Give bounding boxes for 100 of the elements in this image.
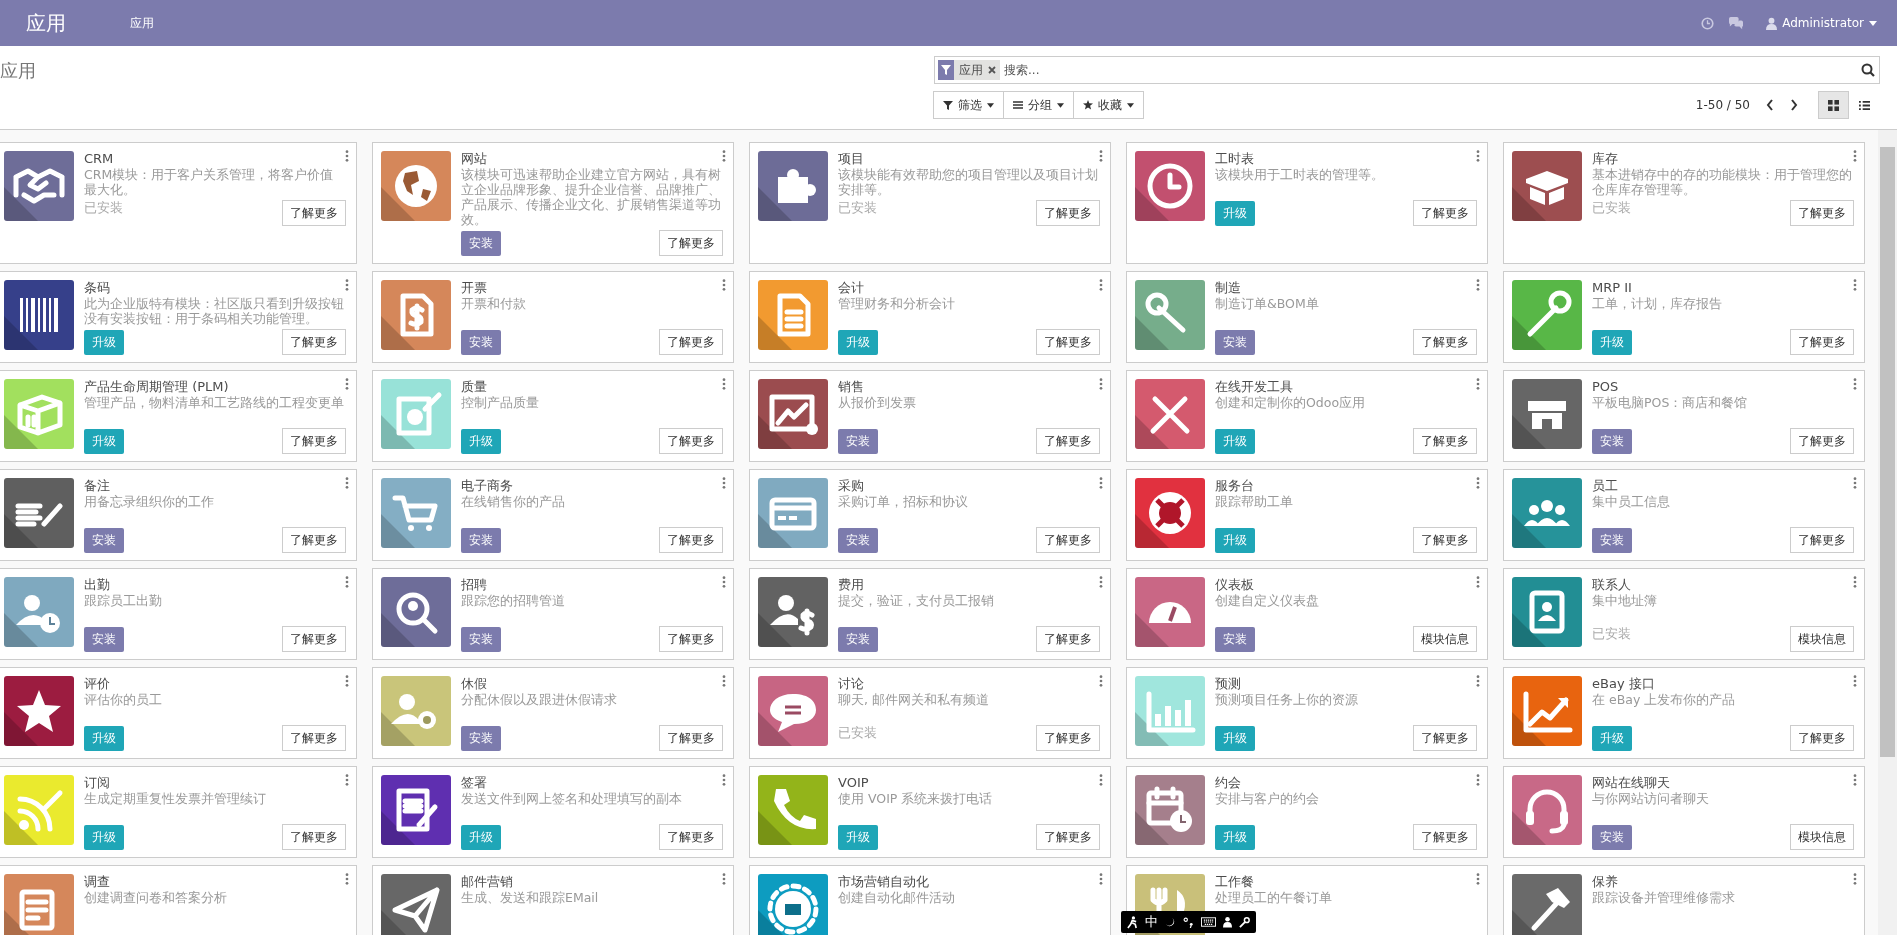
install-button[interactable]: 安装 (1592, 527, 1632, 553)
learn-more-button[interactable]: 了解更多 (282, 527, 346, 553)
vertical-dots-icon[interactable] (1853, 675, 1857, 687)
vertical-dots-icon[interactable] (1099, 477, 1103, 489)
learn-more-button[interactable]: 了解更多 (1790, 200, 1854, 226)
vertical-dots-icon[interactable] (722, 774, 726, 786)
vertical-dots-icon[interactable] (1476, 279, 1480, 291)
learn-more-button[interactable]: 了解更多 (1790, 527, 1854, 553)
vertical-dots-icon[interactable] (722, 477, 726, 489)
person-icon[interactable] (1223, 916, 1232, 928)
learn-more-button[interactable]: 了解更多 (282, 626, 346, 652)
favorites-button[interactable]: 收藏 (1073, 91, 1144, 119)
search-facet[interactable]: 应用 (938, 60, 1000, 80)
vertical-dots-icon[interactable] (1853, 576, 1857, 588)
learn-more-button[interactable]: 模块信息 (1413, 626, 1477, 652)
vertical-dots-icon[interactable] (722, 873, 726, 885)
kanban-view-button[interactable] (1818, 91, 1849, 119)
learn-more-button[interactable]: 模块信息 (1790, 626, 1854, 652)
menu-link[interactable]: 应用 (130, 14, 154, 32)
vertical-dots-icon[interactable] (1476, 378, 1480, 390)
clock-icon[interactable] (1701, 16, 1715, 30)
vertical-dots-icon[interactable] (345, 675, 349, 687)
learn-more-button[interactable]: 了解更多 (1413, 428, 1477, 454)
install-button[interactable]: 安装 (838, 428, 878, 454)
vertical-dots-icon[interactable] (1099, 150, 1103, 162)
learn-more-button[interactable]: 了解更多 (282, 824, 346, 850)
install-button[interactable]: 安装 (1592, 428, 1632, 454)
vertical-dots-icon[interactable] (345, 378, 349, 390)
vertical-dots-icon[interactable] (722, 378, 726, 390)
vertical-dots-icon[interactable] (345, 774, 349, 786)
vertical-dots-icon[interactable] (1853, 150, 1857, 162)
learn-more-button[interactable]: 了解更多 (1413, 329, 1477, 355)
vertical-dots-icon[interactable] (722, 675, 726, 687)
vertical-dots-icon[interactable] (345, 477, 349, 489)
close-icon[interactable] (988, 66, 996, 74)
user-menu-button[interactable]: Administrator (1766, 16, 1877, 30)
install-button[interactable]: 安装 (84, 626, 124, 652)
vertical-dots-icon[interactable] (1476, 477, 1480, 489)
keyboard-icon[interactable] (1201, 917, 1216, 927)
learn-more-button[interactable]: 了解更多 (1413, 200, 1477, 226)
install-button[interactable]: 安装 (1592, 824, 1632, 850)
vertical-dots-icon[interactable] (1853, 279, 1857, 291)
learn-more-button[interactable]: 了解更多 (1036, 428, 1100, 454)
learn-more-button[interactable]: 了解更多 (1036, 200, 1100, 226)
next-page-button[interactable] (1790, 99, 1798, 111)
learn-more-button[interactable]: 了解更多 (1036, 824, 1100, 850)
learn-more-button[interactable]: 了解更多 (1413, 527, 1477, 553)
vertical-dots-icon[interactable] (345, 873, 349, 885)
vertical-dots-icon[interactable] (1099, 675, 1103, 687)
vertical-dots-icon[interactable] (1099, 378, 1103, 390)
install-button[interactable]: 安装 (461, 329, 501, 355)
learn-more-button[interactable]: 了解更多 (659, 725, 723, 751)
vertical-dots-icon[interactable] (1476, 576, 1480, 588)
search-icon[interactable] (1861, 63, 1875, 77)
learn-more-button[interactable]: 了解更多 (1790, 428, 1854, 454)
learn-more-button[interactable]: 了解更多 (659, 626, 723, 652)
learn-more-button[interactable]: 了解更多 (659, 329, 723, 355)
learn-more-button[interactable]: 了解更多 (282, 329, 346, 355)
learn-more-button[interactable]: 了解更多 (1413, 824, 1477, 850)
input-mode[interactable]: 中 (1145, 913, 1158, 931)
moon-icon[interactable] (1165, 916, 1176, 928)
previous-page-button[interactable] (1766, 99, 1774, 111)
running-figure-icon[interactable] (1127, 915, 1138, 929)
group-by-button[interactable]: 分组 (1003, 91, 1074, 119)
vertical-dots-icon[interactable] (1476, 675, 1480, 687)
vertical-dots-icon[interactable] (1853, 477, 1857, 489)
vertical-dots-icon[interactable] (1476, 873, 1480, 885)
vertical-dots-icon[interactable] (1099, 873, 1103, 885)
install-button[interactable]: 安装 (1215, 626, 1255, 652)
learn-more-button[interactable]: 了解更多 (282, 725, 346, 751)
punctuation-icon[interactable] (1183, 916, 1194, 928)
learn-more-button[interactable]: 了解更多 (659, 230, 723, 256)
vertical-dots-icon[interactable] (1099, 279, 1103, 291)
install-button[interactable]: 安装 (1215, 329, 1255, 355)
learn-more-button[interactable]: 了解更多 (659, 527, 723, 553)
vertical-dots-icon[interactable] (345, 279, 349, 291)
learn-more-button[interactable]: 了解更多 (1036, 626, 1100, 652)
vertical-dots-icon[interactable] (722, 150, 726, 162)
install-button[interactable]: 安装 (461, 725, 501, 751)
install-button[interactable]: 安装 (461, 626, 501, 652)
install-button[interactable]: 安装 (838, 527, 878, 553)
vertical-dots-icon[interactable] (1099, 774, 1103, 786)
learn-more-button[interactable]: 了解更多 (1036, 527, 1100, 553)
learn-more-button[interactable]: 了解更多 (659, 428, 723, 454)
vertical-dots-icon[interactable] (1476, 774, 1480, 786)
chat-icon[interactable] (1728, 16, 1745, 30)
learn-more-button[interactable]: 了解更多 (282, 428, 346, 454)
vertical-dots-icon[interactable] (1853, 774, 1857, 786)
vertical-dots-icon[interactable] (1853, 378, 1857, 390)
learn-more-button[interactable]: 了解更多 (1790, 329, 1854, 355)
install-button[interactable]: 安装 (84, 527, 124, 553)
vertical-dots-icon[interactable] (1853, 873, 1857, 885)
vertical-dots-icon[interactable] (722, 279, 726, 291)
install-button[interactable]: 安装 (461, 527, 501, 553)
vertical-dots-icon[interactable] (345, 576, 349, 588)
learn-more-button[interactable]: 了解更多 (1036, 725, 1100, 751)
search-input[interactable]: 搜索... (1002, 63, 1859, 77)
learn-more-button[interactable]: 模块信息 (1790, 824, 1854, 850)
learn-more-button[interactable]: 了解更多 (1413, 725, 1477, 751)
install-button[interactable]: 安装 (461, 230, 501, 256)
